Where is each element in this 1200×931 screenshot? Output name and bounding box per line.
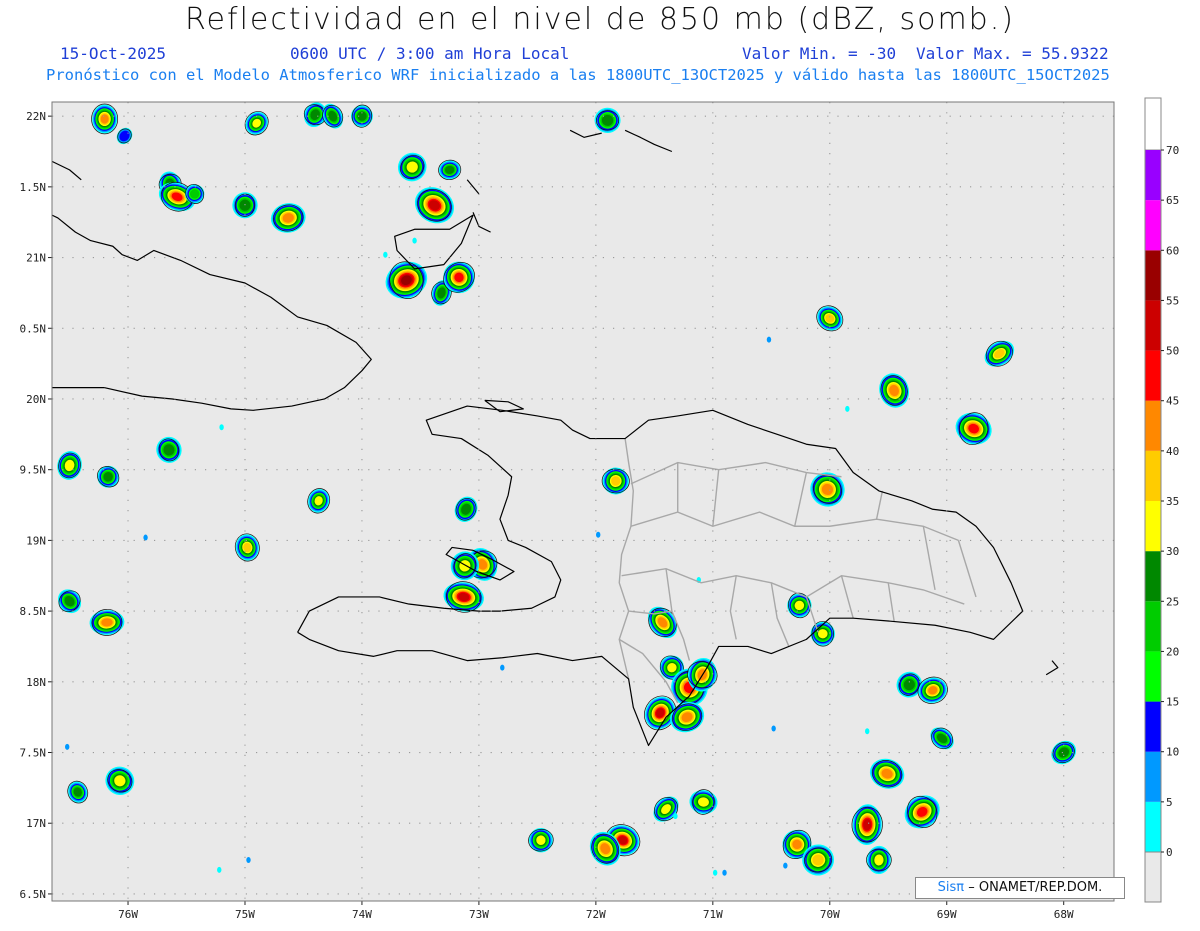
lon-label: 73W: [469, 908, 489, 921]
colorbar-label: 65: [1166, 194, 1179, 207]
colorbar-label: 50: [1166, 345, 1179, 358]
lat-label: 8.5N: [20, 605, 47, 618]
colorbar-bin: [1145, 200, 1161, 251]
lat-label: 17N: [26, 817, 46, 830]
lon-label: 72W: [586, 908, 606, 921]
colorbar-above: [1144, 97, 1162, 151]
lon-label: 69W: [937, 908, 957, 921]
weak-echo: [500, 664, 505, 671]
weak-echo: [766, 336, 772, 343]
colorbar: 0 5 10 15 20 25 30 35 40 45 50 55 60 65 70: [1144, 97, 1179, 903]
weak-echo: [217, 866, 222, 873]
colorbar-bin: [1145, 601, 1161, 652]
weak-echo: [383, 251, 388, 258]
colorbar-label: 30: [1166, 545, 1179, 558]
weak-echo: [596, 531, 601, 538]
lon-label: 70W: [820, 908, 840, 921]
weak-echo: [673, 813, 678, 820]
lat-label: 19N: [26, 534, 46, 547]
echo-level: [100, 114, 109, 124]
colorbar-label: 55: [1166, 294, 1179, 307]
colorbar-label: 0: [1166, 846, 1173, 859]
weak-echo: [771, 725, 776, 732]
weak-echo: [722, 869, 727, 876]
colorbar-label: 15: [1166, 696, 1179, 709]
weak-echo: [865, 728, 870, 735]
echo-cell: [91, 103, 119, 135]
model-info: Pronóstico con el Modelo Atmosferico WRF…: [46, 66, 1110, 84]
colorbar-label: 60: [1166, 244, 1179, 257]
colorbar-bin: [1145, 751, 1161, 802]
colorbar-label: 20: [1166, 645, 1179, 658]
colorbar-label: 70: [1166, 144, 1179, 157]
weak-echo: [65, 743, 70, 750]
credit-box: Sisπ – ONAMET/REP.DOM.: [915, 877, 1125, 899]
weak-echo: [783, 862, 788, 869]
weak-echo: [246, 856, 251, 863]
colorbar-bin: [1145, 150, 1161, 201]
max-value: Valor Max. = 55.9322: [916, 44, 1109, 63]
weak-echo: [143, 534, 148, 541]
lat-label: 18N: [26, 676, 46, 689]
lat-label: 1.5N: [20, 181, 47, 194]
lon-label: 68W: [1054, 908, 1074, 921]
colorbar-bin: [1145, 450, 1161, 501]
colorbar-label: 40: [1166, 445, 1179, 458]
min-value: Valor Min. = -30: [742, 44, 897, 63]
lat-label: 9.5N: [20, 464, 47, 477]
lat-label: 20N: [26, 393, 46, 406]
weak-echo: [219, 424, 224, 431]
colorbar-label: 35: [1166, 495, 1179, 508]
colorbar-label: 25: [1166, 595, 1179, 608]
lat-label: 21N: [26, 252, 46, 265]
colorbar-below: [1144, 851, 1162, 903]
map-title: Reflectividad en el nivel de 850 mb (dBZ…: [185, 2, 1015, 37]
lon-label: 76W: [118, 908, 138, 921]
colorbar-bin: [1145, 300, 1161, 351]
credit-logo: Sisπ: [937, 880, 965, 895]
colorbar-bin: [1145, 250, 1161, 301]
colorbar-label: 45: [1166, 395, 1179, 408]
colorbar-bin: [1145, 801, 1161, 852]
colorbar-label: 10: [1166, 746, 1179, 759]
lon-label: 71W: [703, 908, 723, 921]
colorbar-bin: [1145, 350, 1161, 401]
credit-text: – ONAMET/REP.DOM.: [968, 880, 1103, 895]
colorbar-bin: [1145, 501, 1161, 552]
lat-label: 7.5N: [20, 747, 47, 760]
map-canvas: 76W 75W 74W 73W 72W 71W 70W 69W 68W 22N 1.5N 21N 0.5…: [20, 97, 1179, 921]
lat-label: 6.5N: [20, 888, 47, 901]
colorbar-bin: [1145, 651, 1161, 702]
map-background: [52, 102, 1114, 901]
colorbar-label: 5: [1166, 796, 1173, 809]
weak-echo: [712, 869, 718, 876]
valid-time: 0600 UTC / 3:00 am Hora Local: [290, 44, 570, 63]
colorbar-bin: [1145, 400, 1161, 451]
colorbar-bin: [1145, 701, 1161, 752]
lat-label: 22N: [26, 110, 46, 123]
lat-label: 0.5N: [20, 322, 47, 335]
lon-label: 75W: [235, 908, 255, 921]
weak-echo: [845, 405, 850, 412]
reflectivity-map: 76W 75W 74W 73W 72W 71W 70W 69W 68W 22N 1.5N 21N 0.5…: [0, 0, 1200, 927]
colorbar-bin: [1145, 551, 1161, 602]
weak-echo: [412, 237, 417, 244]
lon-label: 74W: [352, 908, 372, 921]
valid-date: 15-Oct-2025: [60, 44, 166, 63]
